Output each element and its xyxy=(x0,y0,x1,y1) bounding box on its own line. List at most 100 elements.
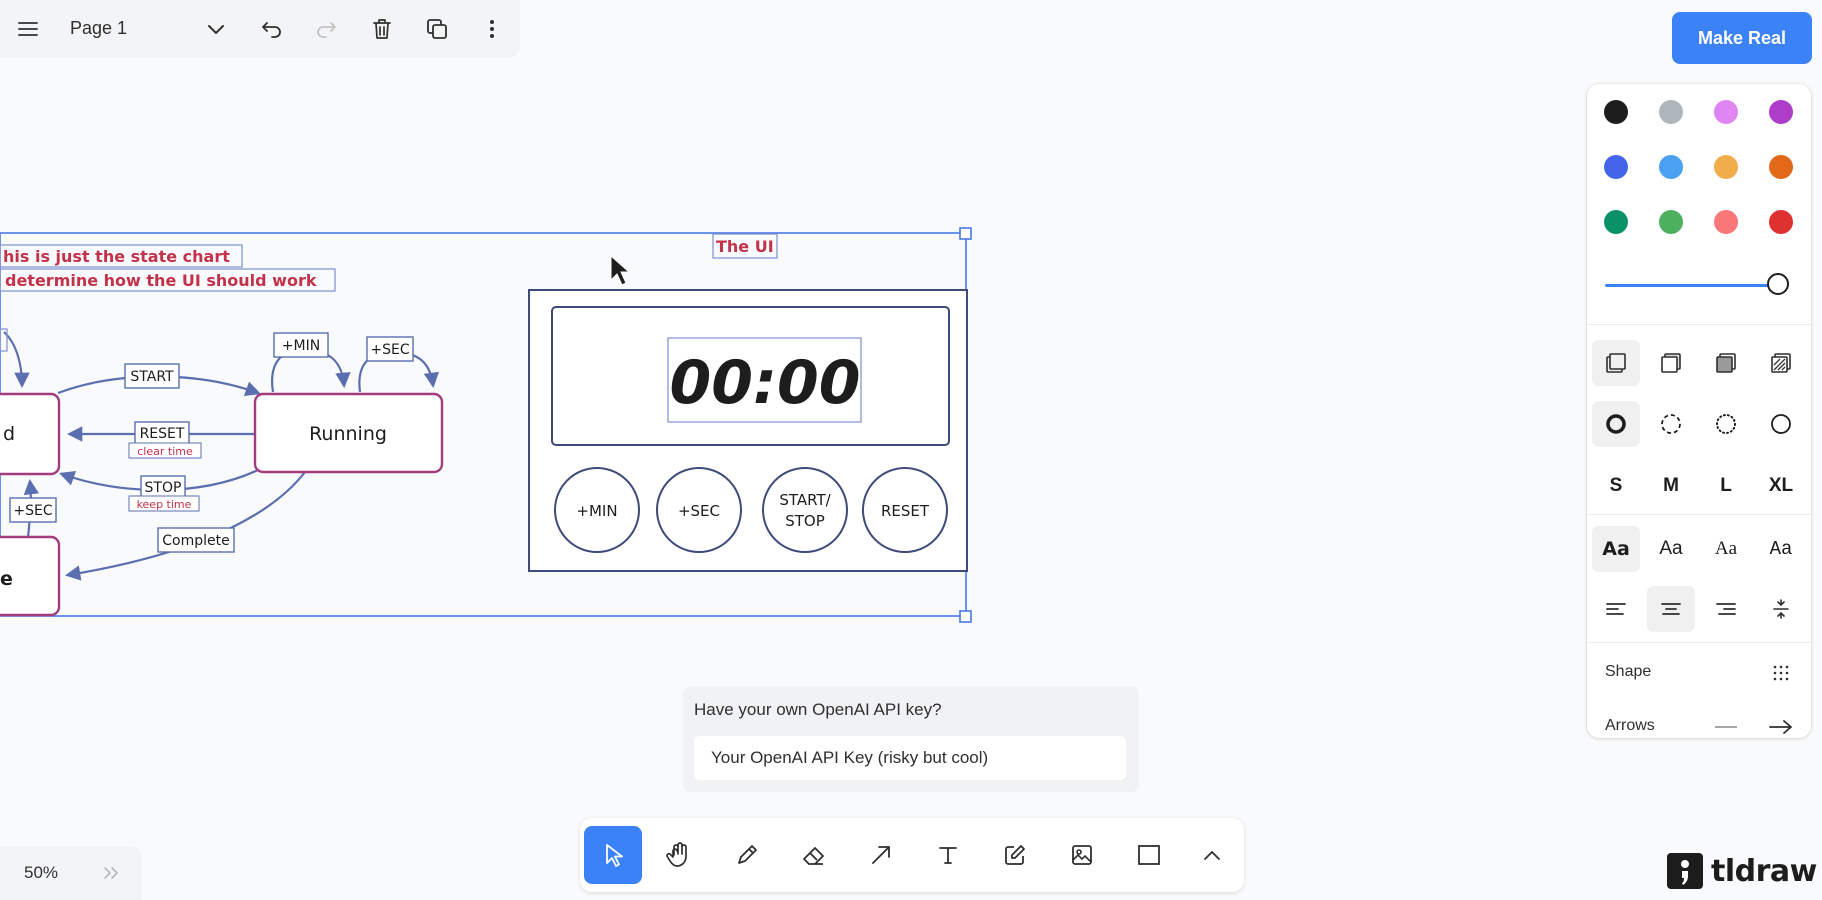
note-text[interactable]: his is just the state chart determine ho… xyxy=(0,244,336,292)
zoom-level[interactable]: 50% xyxy=(24,863,58,883)
label-reset[interactable]: RESET clear time xyxy=(128,421,202,459)
fill-semi-button[interactable] xyxy=(1647,340,1695,386)
vertical-align-icon xyxy=(1773,599,1789,619)
hand-icon xyxy=(666,842,687,867)
tldraw-logo[interactable]: tldraw xyxy=(1667,853,1817,889)
arrows-label: Arrows xyxy=(1605,717,1655,734)
svg-text:START/: START/ xyxy=(779,491,831,509)
dash-dotted-button[interactable] xyxy=(1702,401,1750,447)
vertical-align-button[interactable] xyxy=(1757,586,1805,632)
style-panel: S M L XL Aa Aa Aa Aa Shape Arrows xyxy=(1587,84,1811,738)
resize-handle-top-right[interactable] xyxy=(959,227,972,240)
divider xyxy=(1587,324,1811,325)
label-stop[interactable]: STOP keep time xyxy=(128,475,200,512)
tool-text[interactable] xyxy=(919,826,977,884)
svg-text:Running: Running xyxy=(309,423,387,445)
color-swatch-light-blue[interactable] xyxy=(1659,155,1683,179)
svg-text:+SEC: +SEC xyxy=(678,502,720,520)
pencil-icon xyxy=(738,845,757,864)
size-l-button[interactable]: L xyxy=(1702,463,1750,509)
mock-button-sec[interactable]: +SEC xyxy=(656,467,742,553)
shape-label: Shape xyxy=(1605,663,1652,680)
dash-dotted-icon xyxy=(1716,414,1736,434)
state-done-partial[interactable]: e xyxy=(0,535,61,617)
tool-eraser[interactable] xyxy=(785,826,843,884)
font-draw-button[interactable]: Aa xyxy=(1592,526,1640,572)
size-s-button[interactable]: S xyxy=(1592,463,1640,509)
rectangle-icon xyxy=(1138,845,1160,865)
tool-bar xyxy=(580,818,1244,892)
api-key-panel: Have your own OpenAI API key? xyxy=(683,686,1139,792)
fill-solid-button[interactable] xyxy=(1702,340,1750,386)
timer-display: 00:00 xyxy=(670,348,861,418)
label-complete[interactable]: Complete xyxy=(157,527,235,553)
mock-button-min[interactable]: +MIN xyxy=(554,467,640,553)
label-loop-min[interactable]: +MIN xyxy=(273,332,329,358)
api-key-input[interactable] xyxy=(694,736,1126,780)
opacity-slider-thumb[interactable] xyxy=(1767,273,1789,295)
dash-solid-icon xyxy=(1771,414,1791,434)
shape-picker-button[interactable] xyxy=(1757,650,1805,696)
state-running[interactable]: Running xyxy=(253,392,444,474)
color-swatch-yellow[interactable] xyxy=(1714,155,1738,179)
text-icon xyxy=(939,847,957,864)
dash-draw-button[interactable] xyxy=(1592,401,1640,447)
fill-pattern-icon xyxy=(1771,353,1791,373)
fill-none-button[interactable] xyxy=(1592,340,1640,386)
label-idle-sec[interactable]: +SEC xyxy=(9,497,57,523)
state-idle-partial[interactable]: d xyxy=(0,392,61,476)
color-swatch-blue[interactable] xyxy=(1604,155,1628,179)
svg-text:his is just the state chart: his is just the state chart xyxy=(3,247,230,266)
color-swatch-grey[interactable] xyxy=(1659,100,1683,124)
color-swatch-violet[interactable] xyxy=(1769,100,1793,124)
note-edit-icon xyxy=(1005,845,1025,865)
svg-text:The UI: The UI xyxy=(716,237,774,256)
label-start[interactable]: START xyxy=(124,363,180,389)
tool-rectangle[interactable] xyxy=(1120,826,1178,884)
arrowhead-end-button[interactable] xyxy=(1757,704,1805,750)
color-swatch-black[interactable] xyxy=(1604,100,1628,124)
tool-note[interactable] xyxy=(986,826,1044,884)
arrowhead-start-button[interactable] xyxy=(1702,704,1750,750)
color-swatch-light-red[interactable] xyxy=(1714,210,1738,234)
font-sans-button[interactable]: Aa xyxy=(1647,526,1695,572)
state-chart[interactable]: Running d e START RESET clear time STOP … xyxy=(0,328,444,617)
fill-pattern-button[interactable] xyxy=(1757,340,1805,386)
size-m-button[interactable]: M xyxy=(1647,463,1695,509)
tool-media[interactable] xyxy=(1053,826,1111,884)
font-mono-button[interactable]: Aa xyxy=(1757,526,1805,572)
chevrons-right-icon[interactable] xyxy=(103,866,119,880)
dash-solid-button[interactable] xyxy=(1757,401,1805,447)
edge-complete-arrow[interactable] xyxy=(64,471,306,581)
color-swatch-light-violet[interactable] xyxy=(1714,100,1738,124)
zoom-panel: 50% xyxy=(0,846,142,900)
opacity-slider-track[interactable] xyxy=(1605,284,1777,287)
dash-dashed-button[interactable] xyxy=(1647,401,1695,447)
mock-button-start-stop[interactable]: START/ STOP xyxy=(762,467,848,553)
resize-handle-bottom-right[interactable] xyxy=(959,610,972,623)
svg-text:START: START xyxy=(130,369,174,385)
align-center-button[interactable] xyxy=(1647,586,1695,632)
color-swatch-orange[interactable] xyxy=(1769,155,1793,179)
arrow-right-icon xyxy=(1769,720,1792,734)
tool-select[interactable] xyxy=(584,826,642,884)
tool-hand[interactable] xyxy=(651,826,709,884)
align-right-button[interactable] xyxy=(1702,586,1750,632)
font-serif-button[interactable]: Aa xyxy=(1702,526,1750,572)
color-swatch-light-green[interactable] xyxy=(1659,210,1683,234)
size-xl-button[interactable]: XL xyxy=(1757,463,1805,509)
color-swatch-green[interactable] xyxy=(1604,210,1628,234)
color-swatch-red[interactable] xyxy=(1769,210,1793,234)
fill-solid-icon xyxy=(1716,353,1736,373)
tool-arrow[interactable] xyxy=(852,826,910,884)
tool-draw[interactable] xyxy=(718,826,776,884)
align-left-button[interactable] xyxy=(1592,586,1640,632)
mock-button-reset[interactable]: RESET xyxy=(862,467,948,553)
more-tools-button[interactable] xyxy=(1184,826,1240,884)
timer-mockup[interactable]: 00:00 +MIN +SEC START/ STOP RESET xyxy=(528,289,968,572)
make-real-button[interactable]: Make Real xyxy=(1672,12,1812,64)
ui-label[interactable]: The UI xyxy=(712,233,778,259)
pointer-icon xyxy=(606,844,623,867)
label-loop-sec[interactable]: +SEC xyxy=(366,336,414,362)
divider xyxy=(1587,642,1811,643)
